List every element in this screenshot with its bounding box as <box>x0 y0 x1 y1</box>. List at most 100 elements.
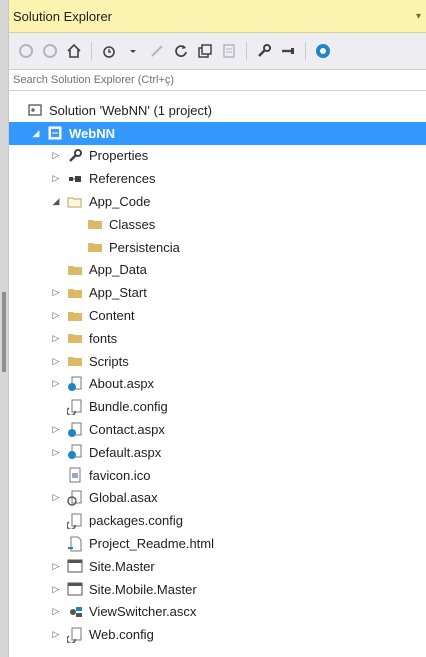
forward-icon <box>42 43 58 59</box>
pending-changes-icon <box>101 43 117 59</box>
solution-icon <box>27 102 43 118</box>
tree-item-label: App_Start <box>89 285 147 301</box>
collapsed-arrow-icon[interactable]: ▷ <box>51 333 61 343</box>
collapsed-arrow-icon[interactable]: ▷ <box>51 287 61 298</box>
left-edge-scrollbar[interactable] <box>0 0 8 657</box>
tree-item-label: Properties <box>89 148 149 164</box>
tree-item-label: App_Code <box>89 194 151 210</box>
tree-item-label: Site.Mobile.Master <box>89 581 197 597</box>
tree-item[interactable]: ▷ fonts <box>9 327 426 350</box>
team-explorer-button[interactable] <box>312 40 334 62</box>
solution-tree: Solution 'WebNN' (1 project) ◢ WebNN ▷ Prope… <box>9 99 426 646</box>
tree-item[interactable]: ▷ Site.Master <box>9 555 426 578</box>
tree-item-label: Web.config <box>89 627 154 643</box>
collapse-all-icon <box>197 43 213 59</box>
tree-item[interactable]: ▷ Web.config <box>9 623 426 646</box>
folder-icon <box>67 285 83 301</box>
tree-item-label: Solution 'WebNN' (1 project) <box>49 102 212 118</box>
collapsed-arrow-icon[interactable]: ▷ <box>51 378 61 389</box>
tree-item[interactable]: Solution 'WebNN' (1 project) <box>9 99 426 122</box>
tree-item[interactable]: ▷ Global.asax <box>9 487 426 510</box>
tree-item-label: About.aspx <box>89 376 155 392</box>
preview-icon <box>280 43 296 59</box>
pending-changes-button[interactable] <box>98 40 120 62</box>
tree-item[interactable]: ▷ App_Start <box>9 281 426 304</box>
search-placeholder: Search Solution Explorer (Ctrl+ç) <box>13 74 175 86</box>
tree-item[interactable]: favicon.ico <box>9 464 426 487</box>
tree-item-label: Persistencia <box>109 239 180 255</box>
tree-item[interactable]: ▷ ViewSwitcher.ascx <box>9 601 426 624</box>
tree-item[interactable]: ▷ Default.aspx <box>9 441 426 464</box>
search-input[interactable]: Search Solution Explorer (Ctrl+ç) <box>9 69 426 91</box>
tree-item-label: ViewSwitcher.ascx <box>89 604 197 620</box>
collapsed-arrow-icon[interactable]: ▷ <box>51 629 61 640</box>
tree-item[interactable]: ▷ Contact.aspx <box>9 418 426 441</box>
asax-file-icon <box>67 490 83 506</box>
expanded-arrow-icon[interactable]: ◢ <box>51 196 61 207</box>
show-all-files-button[interactable] <box>218 40 240 62</box>
sync-icon <box>149 43 165 59</box>
collapsed-arrow-icon[interactable]: ▷ <box>51 356 61 366</box>
tree-item[interactable]: packages.config <box>9 509 426 532</box>
expanded-arrow-icon[interactable]: ◢ <box>31 128 41 138</box>
collapsed-arrow-icon[interactable]: ▷ <box>51 173 61 184</box>
tree-item[interactable]: ▷ Site.Mobile.Master <box>9 578 426 601</box>
tree-item-label: WebNN <box>69 125 115 141</box>
folder-icon <box>67 262 83 278</box>
folder-icon <box>87 216 103 232</box>
tree-item[interactable]: ▷ About.aspx <box>9 373 426 396</box>
panel-menu-dropdown-icon[interactable]: ▾ <box>416 11 421 22</box>
dropdown-arrow-button[interactable] <box>122 40 144 62</box>
tree-item[interactable]: App_Data <box>9 259 426 282</box>
collapsed-arrow-icon[interactable]: ▷ <box>51 584 61 594</box>
tree-item[interactable]: Persistencia <box>9 236 426 259</box>
properties-button[interactable] <box>253 40 275 62</box>
tree-item[interactable]: ▷ Scripts <box>9 350 426 373</box>
master-file-icon <box>67 558 83 574</box>
collapsed-arrow-icon[interactable]: ▷ <box>51 447 61 457</box>
back-icon <box>18 43 34 59</box>
solution-explorer-toolbar <box>9 33 426 69</box>
aspx-file-icon <box>67 422 83 438</box>
dropdown-arrow-icon <box>128 43 138 59</box>
collapsed-arrow-icon[interactable]: ▷ <box>51 561 61 571</box>
html-file-icon <box>67 536 83 552</box>
back-button[interactable] <box>15 40 37 62</box>
tree-item-label: packages.config <box>89 513 183 529</box>
tree-item-label: Content <box>89 308 135 324</box>
references-icon <box>67 171 83 187</box>
collapsed-arrow-icon[interactable]: ▷ <box>51 606 61 617</box>
sync-button[interactable] <box>146 40 168 62</box>
home-icon <box>66 43 82 59</box>
tree-item[interactable]: Classes <box>9 213 426 236</box>
scrollbar-thumb[interactable] <box>2 292 6 372</box>
refresh-button[interactable] <box>170 40 192 62</box>
tree-item[interactable]: Bundle.config <box>9 395 426 418</box>
folder-icon <box>67 308 83 324</box>
tree-item[interactable]: ◢ App_Code <box>9 190 426 213</box>
config-file-icon <box>67 399 83 415</box>
tree-item[interactable]: ▷ References <box>9 167 426 190</box>
tree-item[interactable]: ◢ WebNN <box>9 121 426 145</box>
properties-icon <box>256 43 272 59</box>
folder-icon <box>67 353 83 369</box>
collapsed-arrow-icon[interactable]: ▷ <box>51 492 61 503</box>
tree-item-label: fonts <box>89 330 118 346</box>
tree-item[interactable]: ▷ Properties <box>9 145 426 168</box>
forward-button[interactable] <box>39 40 61 62</box>
tree-item[interactable]: Project_Readme.html <box>9 532 426 555</box>
tree-item-label: Bundle.config <box>89 399 168 415</box>
collapsed-arrow-icon[interactable]: ▷ <box>51 150 61 161</box>
project-icon <box>47 125 63 141</box>
preview-button[interactable] <box>277 40 299 62</box>
home-button[interactable] <box>63 40 85 62</box>
collapse-all-button[interactable] <box>194 40 216 62</box>
collapsed-arrow-icon[interactable]: ▷ <box>51 424 61 435</box>
collapsed-arrow-icon[interactable]: ▷ <box>51 310 61 321</box>
toolbar-separator <box>91 42 92 60</box>
image-file-icon <box>67 467 83 483</box>
tree-item-label: Classes <box>109 216 156 232</box>
panel-title-bar[interactable]: Solution Explorer ▾ <box>9 0 426 33</box>
wrench-icon <box>67 148 83 164</box>
tree-item[interactable]: ▷ Content <box>9 304 426 327</box>
